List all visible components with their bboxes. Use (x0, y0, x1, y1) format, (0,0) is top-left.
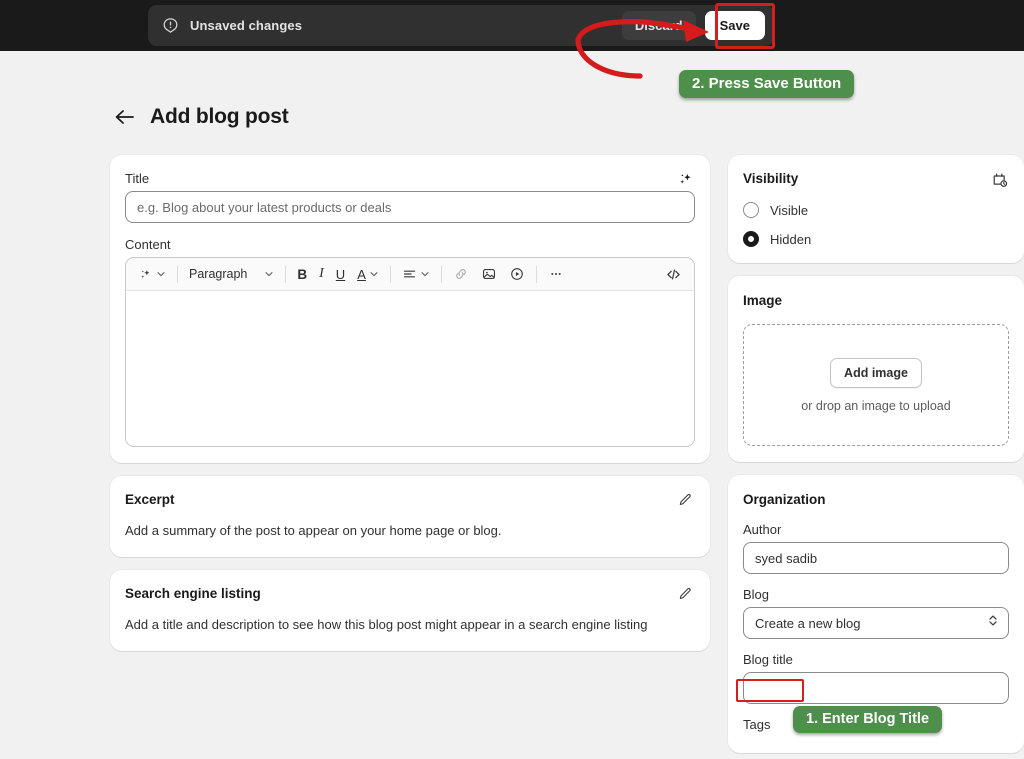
annotation-step-1-blog-title: 1. Enter Blog Title (793, 706, 943, 733)
banner-actions: Discard Save (621, 8, 768, 43)
search-engine-listing-card: Search engine listing Add a title and de… (110, 569, 710, 651)
bold-label: B (297, 266, 308, 282)
add-image-button[interactable]: Add image (830, 357, 922, 388)
title-row: Title (125, 171, 695, 191)
italic-label: I (319, 266, 324, 281)
blog-select-wrap (743, 607, 1009, 639)
calendar-clock-icon[interactable] (991, 171, 1009, 189)
excerpt-card: Excerpt Add a summary of the post to app… (110, 476, 710, 557)
save-button-wrap: Save (702, 8, 768, 43)
visibility-card: Visibility Visible Hidden (728, 155, 1024, 263)
chevron-down-icon (370, 272, 378, 277)
ai-assist-button[interactable] (132, 264, 172, 285)
page-title: Add blog post (150, 105, 289, 128)
title-input[interactable] (125, 191, 695, 223)
discard-button[interactable]: Discard (621, 11, 696, 40)
toolbar-divider (440, 265, 442, 283)
underline-button[interactable]: U (330, 264, 351, 285)
content-label: Content (125, 237, 171, 252)
image-body: Image Add image or drop an image to uplo… (728, 276, 1024, 462)
image-title: Image (743, 293, 783, 308)
text-color-label: A (357, 266, 366, 282)
radio-hidden[interactable] (743, 231, 759, 247)
app-root: Unsaved changes Discard Save Add blog po… (0, 0, 1024, 759)
toolbar-divider (389, 265, 391, 283)
text-color-button[interactable]: A (351, 264, 385, 285)
content-editor: Paragraph B I U A (125, 257, 695, 447)
excerpt-body: Excerpt Add a summary of the post to app… (110, 476, 710, 557)
image-dropzone[interactable]: Add image or drop an image to upload (743, 324, 1009, 446)
chevron-down-icon (157, 272, 165, 277)
visibility-body: Visibility Visible Hidden (728, 155, 1024, 263)
block-format-select[interactable]: Paragraph (183, 264, 280, 284)
visibility-option-hidden[interactable]: Hidden (743, 231, 1009, 247)
visibility-title: Visibility (743, 171, 799, 186)
ellipsis-icon[interactable] (542, 263, 570, 285)
sparkle-icon[interactable] (677, 171, 695, 189)
visibility-option-label: Hidden (770, 231, 812, 247)
editor-toolbar: Paragraph B I U A (126, 258, 694, 291)
radio-visible[interactable] (743, 202, 759, 218)
video-icon[interactable] (503, 263, 531, 285)
save-button[interactable]: Save (704, 11, 765, 40)
post-editor-card: Title Content (110, 155, 710, 463)
excerpt-description: Add a summary of the post to appear on y… (125, 523, 502, 538)
visibility-option-visible[interactable]: Visible (743, 202, 1009, 218)
link-icon[interactable] (447, 263, 475, 285)
image-icon[interactable] (475, 263, 503, 285)
visibility-header: Visibility (743, 171, 1009, 189)
seo-title: Search engine listing (125, 585, 261, 601)
seo-header: Search engine listing (125, 586, 695, 604)
annotation-step-2-save: 2. Press Save Button (679, 70, 855, 98)
block-format-label: Paragraph (189, 267, 248, 281)
author-input[interactable] (743, 542, 1009, 574)
italic-button[interactable]: I (313, 263, 330, 285)
align-left-icon[interactable] (396, 264, 436, 285)
pencil-icon[interactable] (677, 586, 695, 604)
post-editor-body: Title Content (110, 155, 710, 463)
excerpt-header: Excerpt (125, 492, 695, 510)
blog-select[interactable] (743, 607, 1009, 639)
chevron-down-icon (421, 272, 429, 277)
organization-title: Organization (743, 492, 826, 507)
seo-description: Add a title and description to see how t… (125, 616, 648, 632)
seo-body: Search engine listing Add a title and de… (110, 570, 710, 651)
unsaved-changes-label: Unsaved changes (190, 18, 303, 33)
side-column: Visibility Visible Hidden Image Add imag… (728, 155, 1024, 759)
image-card: Image Add image or drop an image to uplo… (728, 276, 1024, 462)
arrow-left-icon[interactable] (114, 107, 134, 127)
unsaved-changes-banner: Unsaved changes Discard Save (148, 5, 774, 46)
top-bar: Unsaved changes Discard Save (0, 0, 1024, 51)
toolbar-divider (285, 265, 287, 283)
title-label: Title (125, 171, 150, 186)
pencil-icon[interactable] (677, 492, 695, 510)
chevron-down-icon (265, 272, 273, 277)
blog-title-label: Blog title (743, 652, 793, 667)
blog-label: Blog (743, 587, 770, 602)
blog-title-input[interactable] (743, 672, 1009, 704)
code-icon[interactable] (659, 263, 688, 286)
underline-label: U (335, 266, 346, 282)
author-label: Author (743, 522, 782, 537)
toolbar-divider (535, 265, 537, 283)
bold-button[interactable]: B (291, 264, 313, 285)
main-column: Title Content (110, 155, 710, 664)
alert-circle-icon (162, 17, 179, 34)
drop-hint: or drop an image to upload (801, 398, 951, 413)
visibility-option-label: Visible (770, 202, 809, 218)
content-editor-body[interactable] (126, 291, 694, 446)
excerpt-title: Excerpt (125, 492, 175, 507)
toolbar-divider (177, 265, 178, 283)
page-header: Add blog post (114, 105, 289, 129)
